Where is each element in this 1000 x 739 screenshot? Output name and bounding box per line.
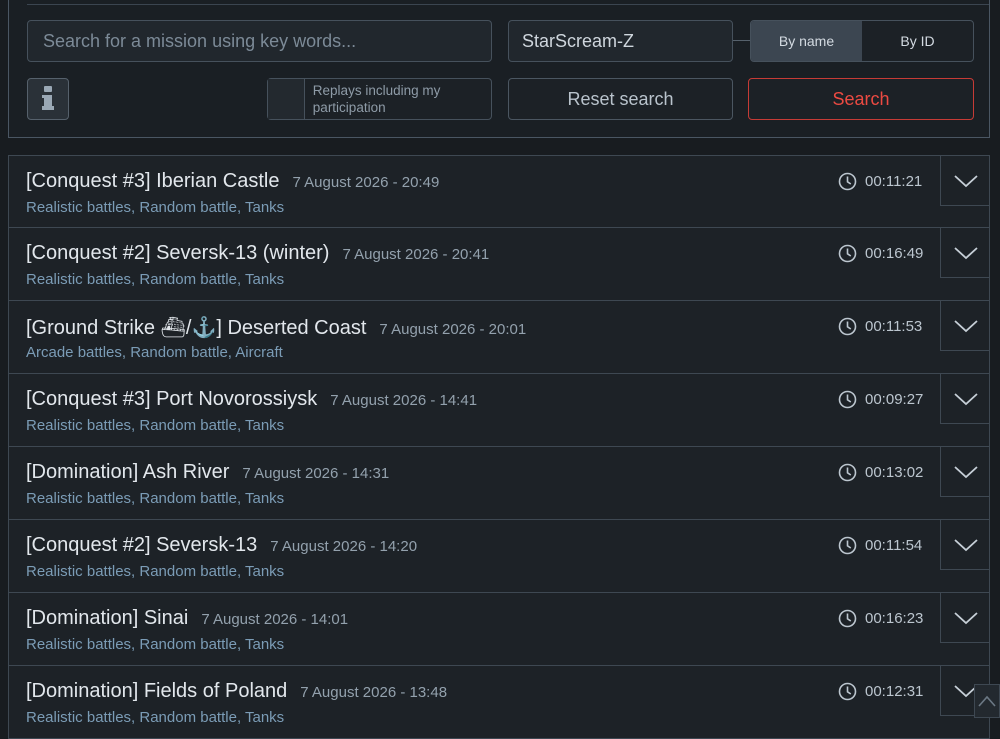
replay-date: 7 August 2026 - 14:41 <box>330 392 478 409</box>
duration-value: 00:11:54 <box>865 537 923 554</box>
replay-tags: Realistic battles, Random battle, Tanks <box>26 271 285 288</box>
replay-title-line: [Conquest #2] Seversk-13 (winter) 7 Augus… <box>26 242 489 265</box>
replay-tags: Realistic battles, Random battle, Tanks <box>26 636 285 653</box>
my-participation-checkbox[interactable]: Replays including my participation <box>267 78 492 120</box>
expand-button[interactable] <box>940 520 990 570</box>
duration-value: 00:12:31 <box>865 683 924 700</box>
search-button[interactable]: Search <box>748 78 974 120</box>
expand-button[interactable] <box>940 374 990 424</box>
replay-title[interactable]: [Conquest #3] Iberian Castle <box>26 170 280 192</box>
replay-duration: 00:16:23 <box>838 609 923 628</box>
replay-title-line: [Conquest #2] Seversk-13 7 August 2026 - … <box>26 534 417 557</box>
replay-title-line: [Domination] Fields of Poland 7 August 20… <box>26 680 447 703</box>
replay-row[interactable]: [Conquest #3] Iberian Castle 7 August 202… <box>8 155 990 228</box>
chevron-down-icon <box>953 319 978 332</box>
replay-duration: 00:16:49 <box>838 244 923 263</box>
checkbox-label: Replays including my participation <box>312 83 441 115</box>
duration-value: 00:11:21 <box>865 173 923 190</box>
info-icon <box>42 86 54 110</box>
player-name-value: StarScream-Z <box>522 30 635 51</box>
scroll-to-top-button[interactable] <box>974 684 1000 718</box>
expand-button[interactable] <box>940 593 990 643</box>
replay-tags: Realistic battles, Random battle, Tanks <box>26 563 285 580</box>
replay-title-line: [Ground Strike ⛴/⚓] Deserted Coast 7 Augu… <box>26 315 526 340</box>
replay-tags: Realistic battles, Random battle, Tanks <box>26 417 285 434</box>
replay-row[interactable]: [Ground Strike ⛴/⚓] Deserted Coast 7 Augu… <box>8 301 990 374</box>
replay-tags: Realistic battles, Random battle, Tanks <box>26 490 285 507</box>
expand-button[interactable] <box>940 156 990 206</box>
chevron-down-icon <box>953 611 978 624</box>
checkbox-box[interactable] <box>268 79 305 119</box>
clock-icon <box>838 172 857 191</box>
replay-date: 7 August 2026 - 14:31 <box>242 465 390 482</box>
replay-tags: Realistic battles, Random battle, Tanks <box>26 199 285 216</box>
clock-icon <box>838 682 857 701</box>
chevron-down-icon <box>953 392 978 405</box>
replay-date: 7 August 2026 - 14:01 <box>201 611 349 628</box>
replay-date: 7 August 2026 - 13:48 <box>300 684 448 701</box>
replay-title[interactable]: [Conquest #2] Seversk-13 <box>26 534 257 556</box>
replay-title-line: [Domination] Sinai 7 August 2026 - 14:01 <box>26 607 348 630</box>
replay-row[interactable]: [Conquest #2] Seversk-13 (winter) 7 Augus… <box>8 228 990 301</box>
clock-icon <box>838 244 857 263</box>
expand-button[interactable] <box>940 301 990 351</box>
replay-row[interactable]: [Domination] Fields of Poland 7 August 20… <box>8 666 990 739</box>
replay-list: [Conquest #3] Iberian Castle 7 August 202… <box>8 155 990 739</box>
duration-value: 00:13:02 <box>865 464 924 481</box>
duration-value: 00:09:27 <box>865 391 924 408</box>
replay-duration: 00:09:27 <box>838 390 923 409</box>
info-button[interactable] <box>27 78 69 120</box>
replay-date: 7 August 2026 - 20:49 <box>292 174 440 191</box>
replay-row[interactable]: [Conquest #2] Seversk-13 7 August 2026 - … <box>8 520 990 593</box>
replay-title[interactable]: [Ground Strike ⛴/⚓] Deserted Coast <box>26 317 366 339</box>
player-name-field[interactable]: StarScream-Z <box>508 20 733 62</box>
replay-date: 7 August 2026 - 20:41 <box>342 246 490 263</box>
toggle-by-name[interactable]: By name <box>751 21 862 61</box>
search-mode-toggle: By name By ID <box>750 20 974 62</box>
replay-title[interactable]: [Domination] Fields of Poland <box>26 680 287 702</box>
replay-row[interactable]: [Domination] Sinai 7 August 2026 - 14:01 … <box>8 593 990 666</box>
replay-row[interactable]: [Domination] Ash River 7 August 2026 - 14… <box>8 447 990 520</box>
clock-icon <box>838 390 857 409</box>
replay-title[interactable]: [Conquest #2] Seversk-13 (winter) <box>26 242 329 264</box>
replay-date: 7 August 2026 - 20:01 <box>379 321 527 338</box>
mission-search-input[interactable] <box>41 29 478 53</box>
expand-button[interactable] <box>940 228 990 278</box>
replay-duration: 00:13:02 <box>838 463 923 482</box>
toggle-by-id[interactable]: By ID <box>862 21 973 61</box>
expand-button[interactable] <box>940 447 990 497</box>
chevron-down-icon <box>953 246 978 259</box>
clock-icon <box>838 463 857 482</box>
duration-value: 00:16:23 <box>865 610 924 627</box>
clock-icon <box>838 609 857 628</box>
replay-duration: 00:11:21 <box>838 172 922 191</box>
chevron-down-icon <box>953 465 978 478</box>
replay-duration: 00:11:54 <box>838 536 922 555</box>
replay-title[interactable]: [Conquest #3] Port Novorossiysk <box>26 388 317 410</box>
replay-title-line: [Domination] Ash River 7 August 2026 - 14… <box>26 461 389 484</box>
mission-search-field[interactable] <box>27 20 492 62</box>
replay-title-line: [Conquest #3] Port Novorossiysk 7 August … <box>26 388 477 411</box>
clock-icon <box>838 536 857 555</box>
replay-title[interactable]: [Domination] Ash River <box>26 461 229 483</box>
replay-tags: Arcade battles, Random battle, Aircraft <box>26 344 283 361</box>
replay-duration: 00:12:31 <box>838 682 923 701</box>
replay-date: 7 August 2026 - 14:20 <box>270 538 418 555</box>
search-panel: StarScream-Z By name By ID Replays inclu… <box>8 0 990 138</box>
replay-title[interactable]: [Domination] Sinai <box>26 607 188 629</box>
reset-search-button[interactable]: Reset search <box>508 78 733 120</box>
duration-value: 00:11:53 <box>865 318 923 335</box>
chevron-up-icon <box>978 695 996 707</box>
clock-icon <box>838 317 857 336</box>
chevron-down-icon <box>953 174 978 187</box>
replay-row[interactable]: [Conquest #3] Port Novorossiysk 7 August … <box>8 374 990 447</box>
replay-tags: Realistic battles, Random battle, Tanks <box>26 709 285 726</box>
replay-title-line: [Conquest #3] Iberian Castle 7 August 202… <box>26 170 439 193</box>
replay-duration: 00:11:53 <box>838 317 922 336</box>
duration-value: 00:16:49 <box>865 245 924 262</box>
chevron-down-icon <box>953 538 978 551</box>
connector-line <box>733 40 751 41</box>
divider <box>27 4 989 5</box>
